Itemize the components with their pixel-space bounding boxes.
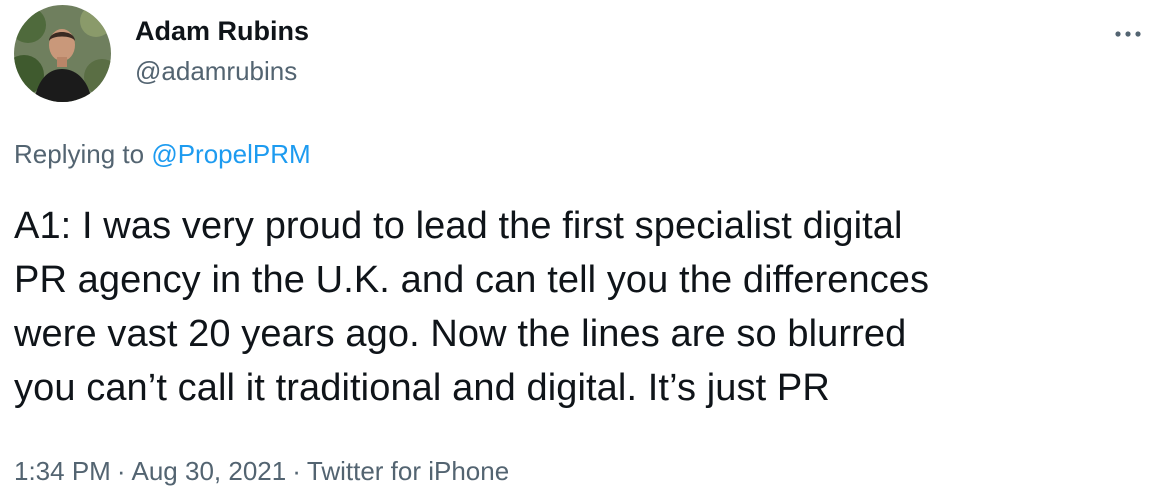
replying-to-line: Replying to @PropelPRM [14,137,311,171]
author-handle[interactable]: @adamrubins [135,54,297,88]
avatar[interactable] [14,5,111,102]
meta-separator: · [116,456,126,486]
reply-mention-link[interactable]: @PropelPRM [151,139,310,169]
tweet-card: Adam Rubins @adamrubins Replying to @Pro… [0,0,1166,498]
replying-to-label: Replying to [14,139,152,169]
tweet-text: A1: I was very proud to lead the first s… [14,199,1154,415]
more-horizontal-icon[interactable] [1110,16,1146,52]
tweet-text-line: you can’t call it traditional and digita… [14,367,830,409]
tweet-meta: 1:34 PM · Aug 30, 2021 · Twitter for iPhone [14,454,509,488]
author-name[interactable]: Adam Rubins [135,14,309,48]
tweet-text-line: were vast 20 years ago. Now the lines ar… [14,313,907,355]
tweet-text-line: A1: I was very proud to lead the first s… [14,205,903,247]
meta-separator: · [292,456,301,486]
tweet-text-line: PR agency in the U.K. and can tell you t… [14,259,930,301]
tweet-source[interactable]: Twitter for iPhone [307,456,509,486]
user-avatar-photo-icon [14,5,111,102]
tweet-time[interactable]: 1:34 PM [14,456,111,486]
tweet-date[interactable]: Aug 30, 2021 [132,456,287,486]
